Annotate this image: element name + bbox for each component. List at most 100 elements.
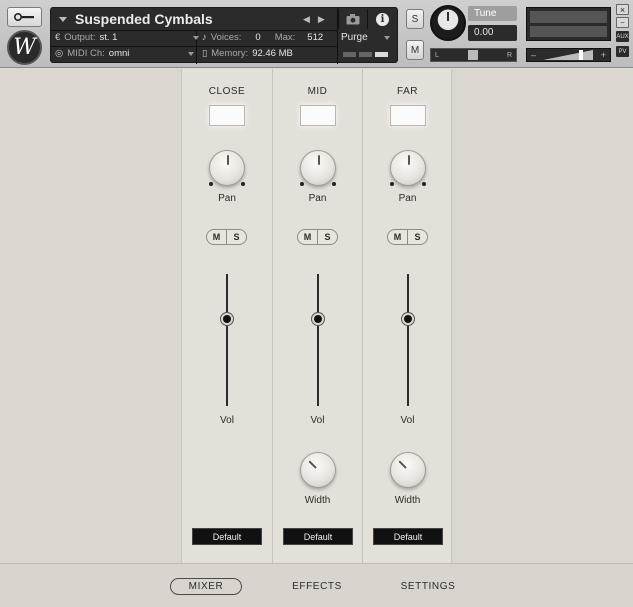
volume-fader-track[interactable] — [407, 274, 409, 406]
volume-fader-handle[interactable] — [221, 313, 233, 325]
channel-strip-close: CLOSE Pan M S Vol Default — [182, 69, 272, 563]
instrument-menu-caret-icon[interactable] — [59, 16, 67, 22]
preset-dropdown[interactable]: Default — [373, 528, 443, 545]
voices-value: 0 — [255, 32, 261, 43]
width-label: Width — [304, 495, 331, 506]
solo-button[interactable]: S — [318, 230, 337, 244]
mute-solo-toggle[interactable]: M S — [297, 229, 338, 245]
max-label: Max: — [274, 32, 296, 43]
channel-strip-far: FAR Pan M S Vol Width Default — [362, 69, 452, 563]
info-icon: i — [376, 12, 389, 26]
mute-button[interactable]: M — [207, 230, 227, 244]
tune-knob[interactable] — [430, 5, 466, 41]
tune-label: Tune — [468, 6, 517, 21]
output-value[interactable]: st. 1 — [99, 32, 117, 43]
minimize-icon[interactable]: – — [616, 17, 629, 28]
pan-label: Pan — [218, 193, 236, 204]
info-button[interactable]: i — [367, 9, 397, 29]
output-row[interactable]: € Output: st. 1 — [55, 32, 200, 43]
vol-label: Vol — [400, 415, 415, 426]
strip-title: CLOSE — [208, 86, 246, 97]
memory-row: ▯ Memory: 92.46 MB — [202, 48, 293, 59]
channel-strip-mid: MID Pan M S Vol Width Default — [272, 69, 362, 563]
pan-center-handle[interactable] — [467, 50, 478, 60]
solo-button[interactable]: S — [227, 230, 246, 244]
library-logo[interactable]: W — [7, 30, 42, 65]
midi-label: MIDI Ch: — [67, 48, 105, 59]
tab-settings[interactable]: SETTINGS — [392, 578, 464, 595]
output-dropdown-caret-icon[interactable] — [193, 35, 200, 40]
wrench-button[interactable] — [7, 7, 42, 27]
mute-button[interactable]: M — [298, 230, 318, 244]
volume-fader-track[interactable] — [226, 274, 228, 406]
width-knob[interactable] — [300, 452, 336, 488]
tab-effects[interactable]: EFFECTS — [283, 578, 351, 595]
knob-max-dot — [332, 182, 336, 186]
snapshot-camera-icon[interactable] — [338, 9, 366, 29]
midi-row[interactable]: ◎ MIDI Ch: omni — [55, 48, 195, 59]
vol-label: Vol — [310, 415, 325, 426]
mute-solo-toggle[interactable]: M S — [387, 229, 428, 245]
midi-value[interactable]: omni — [109, 48, 130, 59]
purge-caret-icon — [383, 35, 390, 40]
pan-right-label: R — [506, 51, 512, 59]
tab-mixer[interactable]: MIXER — [170, 578, 242, 595]
mute-button[interactable]: M — [406, 40, 424, 60]
pan-label: Pan — [398, 193, 417, 204]
memory-icon: ▯ — [202, 48, 208, 59]
pv-button[interactable]: PV — [616, 46, 629, 57]
instrument-title-row: Suspended Cymbals — [59, 11, 213, 27]
divider — [337, 8, 338, 64]
solo-button[interactable]: S — [408, 230, 427, 244]
max-value[interactable]: 512 — [307, 32, 323, 43]
close-instrument-button[interactable]: × — [616, 4, 629, 15]
mixer-panel: CLOSE Pan M S Vol Default MID Pan M S Vo… — [0, 69, 633, 563]
pan-knob[interactable] — [390, 150, 426, 186]
mic-enable-toggle[interactable] — [300, 105, 336, 126]
knob-min-dot — [209, 182, 213, 186]
solo-button[interactable]: S — [406, 9, 424, 29]
knob-max-dot — [422, 182, 426, 186]
divider — [51, 30, 337, 31]
divider — [51, 46, 337, 47]
strip-title: FAR — [397, 86, 418, 97]
purge-dropdown[interactable]: Purge — [341, 32, 390, 43]
mic-enable-toggle[interactable] — [390, 105, 426, 126]
purge-indicator — [343, 52, 388, 57]
pan-knob[interactable] — [300, 150, 336, 186]
knob-min-dot — [300, 182, 304, 186]
instrument-name[interactable]: Suspended Cymbals — [75, 11, 213, 27]
output-icon: € — [55, 32, 61, 43]
pan-label: Pan — [308, 193, 327, 204]
volume-fader-handle[interactable] — [402, 313, 414, 325]
pan-left-label: L — [435, 51, 439, 59]
volume-plus-label: + — [600, 50, 606, 60]
volume-fader-handle[interactable] — [312, 313, 324, 325]
output-level-meters — [526, 7, 611, 41]
mic-enable-toggle[interactable] — [209, 105, 245, 126]
midi-dropdown-caret-icon[interactable] — [188, 51, 195, 56]
instrument-panel: Suspended Cymbals ◀▶ i € Output: st. 1 ◎… — [50, 7, 398, 64]
master-volume-slider[interactable]: – + — [526, 48, 611, 62]
wrench-icon — [13, 13, 34, 21]
mixer-strips: CLOSE Pan M S Vol Default MID Pan M S Vo… — [181, 69, 452, 563]
preset-dropdown[interactable]: Default — [283, 528, 353, 545]
width-knob[interactable] — [390, 452, 426, 488]
purge-label: Purge — [341, 32, 368, 43]
preset-dropdown[interactable]: Default — [192, 528, 262, 545]
volume-fader-track[interactable] — [317, 274, 319, 406]
midi-icon: ◎ — [55, 48, 64, 59]
output-label: Output: — [64, 32, 96, 43]
mute-button[interactable]: M — [388, 230, 408, 244]
kontakt-header: W Suspended Cymbals ◀▶ i € Output: st. 1… — [0, 0, 633, 68]
knob-max-dot — [241, 182, 245, 186]
aux-button[interactable]: AUX — [616, 31, 629, 42]
memory-value: 92.46 MB — [252, 48, 293, 59]
voices-row: ♪ Voices: 0 Max: 512 — [202, 32, 323, 43]
mute-solo-toggle[interactable]: M S — [206, 229, 247, 245]
pan-knob[interactable] — [209, 150, 245, 186]
tune-value[interactable]: 0.00 — [468, 25, 517, 41]
instrument-prev-next-arrows[interactable]: ◀▶ — [303, 14, 333, 25]
master-pan-slider[interactable]: L R — [430, 48, 517, 62]
memory-label: Memory: — [211, 48, 249, 59]
